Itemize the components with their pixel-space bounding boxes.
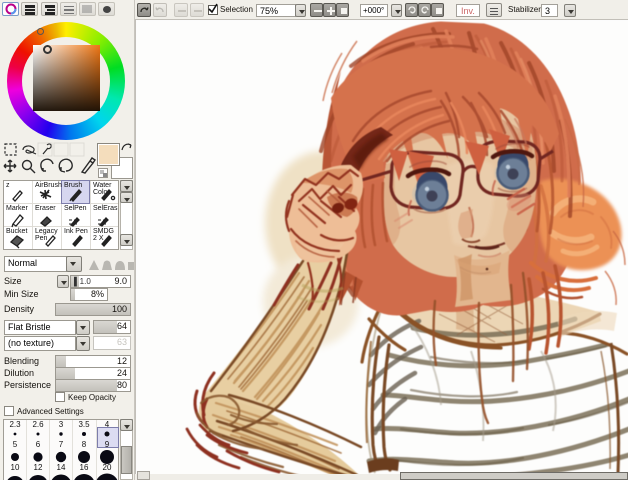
svg-text:10: 10 (11, 463, 20, 472)
svg-text:5: 5 (13, 440, 18, 449)
svg-text:14: 14 (57, 463, 66, 472)
svg-text:7: 7 (59, 440, 64, 449)
svg-text:3: 3 (59, 420, 64, 429)
svg-text:4: 4 (105, 420, 110, 429)
svg-text:3.5: 3.5 (78, 420, 90, 429)
svg-text:8: 8 (82, 440, 87, 449)
svg-text:9: 9 (105, 440, 110, 449)
svg-text:16: 16 (80, 463, 89, 472)
svg-text:6: 6 (36, 440, 41, 449)
svg-text:12: 12 (34, 463, 43, 472)
svg-text:2.6: 2.6 (32, 420, 44, 429)
svg-text:20: 20 (103, 463, 112, 472)
svg-text:2.3: 2.3 (9, 420, 21, 429)
